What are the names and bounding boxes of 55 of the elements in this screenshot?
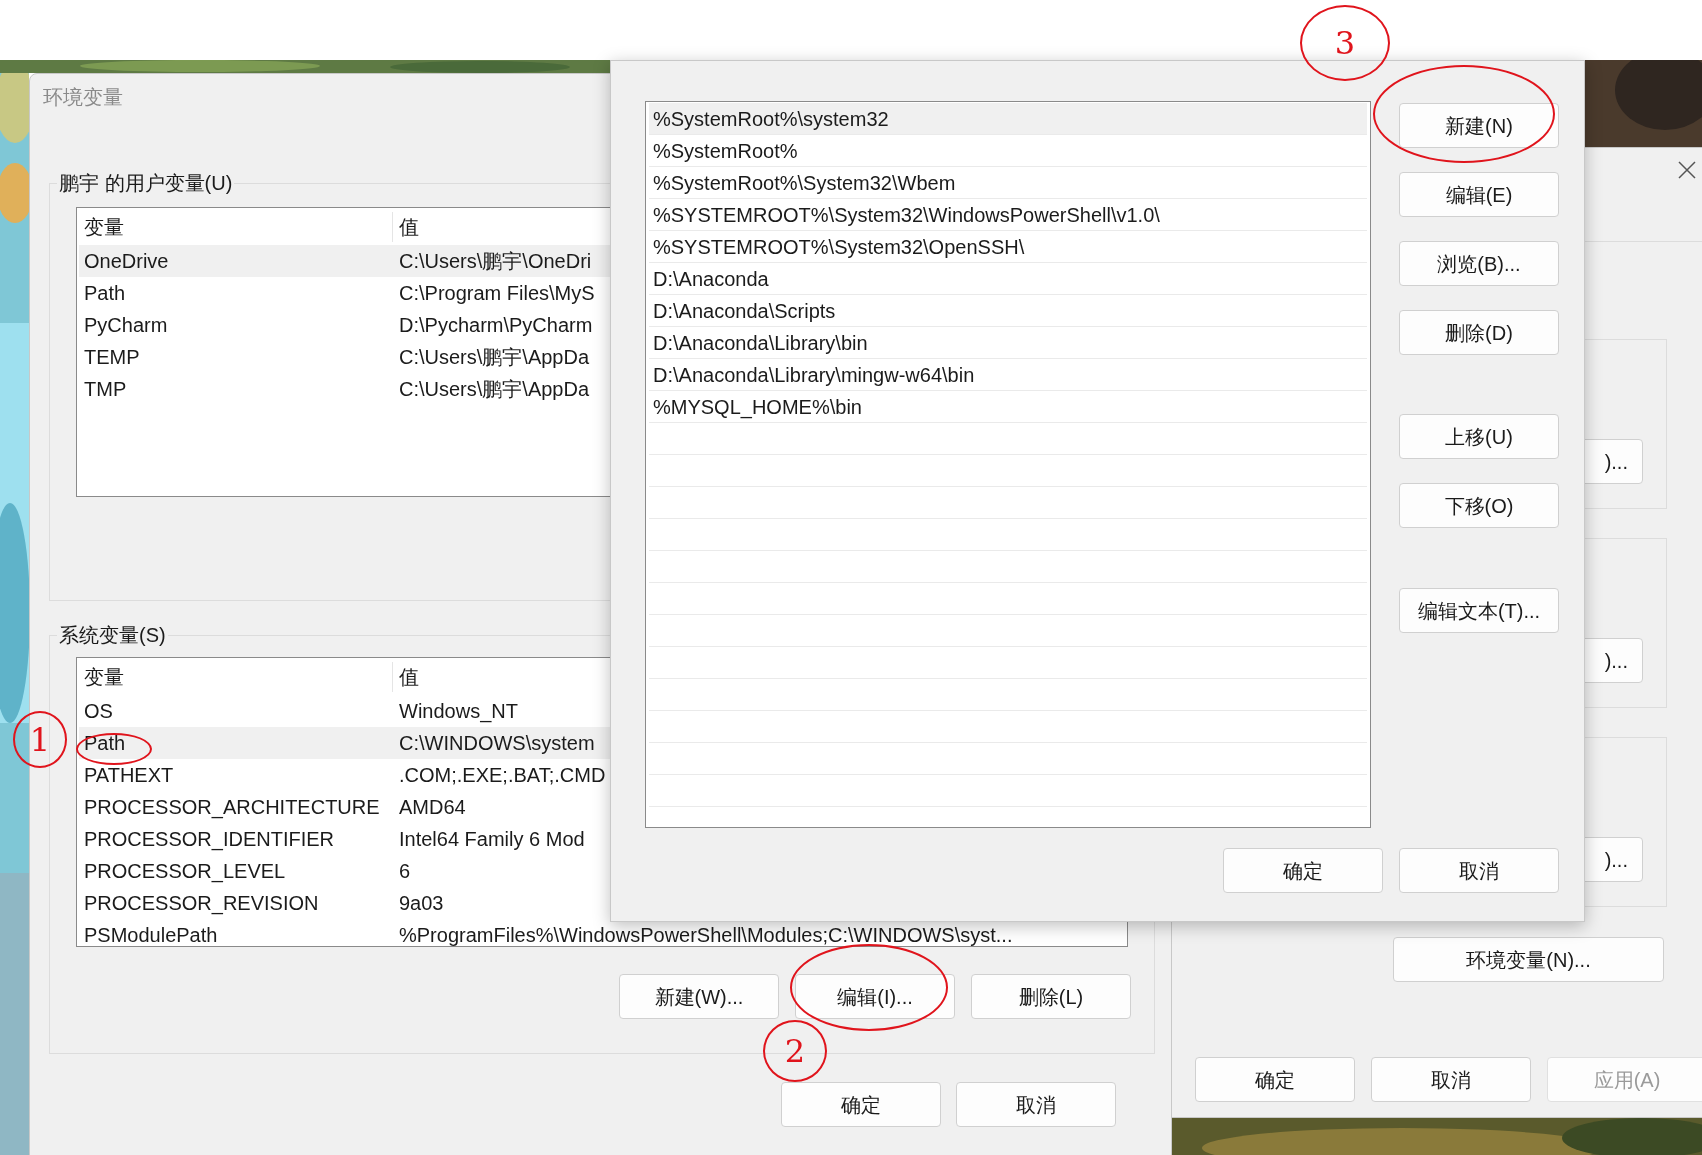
dialog-button[interactable]: 取消 [1399,848,1559,893]
table-cell: OneDrive [84,250,169,272]
side-button[interactable]: 新建(N) [1399,103,1559,148]
table-cell-text: C:\Users\鹏宇\AppDa [398,345,590,370]
table-cell-text: Intel64 Family 6 Mod [398,827,585,852]
group-label: 系统变量(S) [58,623,167,648]
side-button[interactable]: 删除(D) [1399,310,1559,355]
dialog-button[interactable]: 取消 [1371,1057,1531,1102]
table-action-button[interactable]: 新建(W)... [619,974,779,1019]
table-cell-text: D:\Pycharm\PyCharm [398,313,593,338]
table-cell-text: C:\Users\鹏宇\AppDa [398,377,590,402]
table-action-button[interactable]: 删除(L) [971,974,1131,1019]
dialog-button[interactable]: 取消 [956,1082,1116,1127]
table-cell-text: C:\Program Files\MyS [398,281,595,306]
group-label: 鹏宇 的用户变量(U) [58,171,234,196]
list-item[interactable]: %SystemRoot%\system32 [649,103,1367,135]
side-button[interactable]: 下移(O) [1399,483,1559,528]
side-button[interactable]: 浏览(B)... [1399,241,1559,286]
table-cell: OS [84,700,113,722]
side-button[interactable]: 编辑(E) [1399,172,1559,217]
dialog-button[interactable]: 确定 [781,1082,941,1127]
column-header[interactable]: 值 [393,211,419,242]
table-cell: PROCESSOR_IDENTIFIER [84,828,335,850]
table-cell: Path [84,282,126,304]
annotation-number: 2 [763,1020,827,1082]
window-title: 环境变量 [43,86,123,108]
annotation-number: 1 [13,711,67,768]
table-action-button[interactable]: 编辑(I)... [795,974,955,1019]
close-icon[interactable] [1677,160,1697,180]
table-cell: PSModulePath [84,924,218,946]
table-cell-text: 6 [398,859,411,884]
table-cell-text: 9a03 [398,891,444,916]
table-cell: PROCESSOR_LEVEL [84,860,286,882]
table-cell-text: AMD64 [398,795,466,820]
table-cell-text: Windows_NT [398,699,518,725]
environment-variables-button[interactable]: 环境变量(N)... [1393,937,1664,982]
table-cell: PATHEXT [84,764,174,786]
column-header[interactable]: 变量 [77,661,393,692]
table-cell-text: C:\WINDOWS\system [398,731,595,756]
table-cell: Path [84,732,126,754]
table-cell: PROCESSOR_ARCHITECTURE [84,796,380,818]
table-cell: TMP [84,378,127,400]
table-cell: PROCESSOR_REVISION [84,892,319,914]
table-cell: TEMP [84,346,140,368]
table-cell: PyCharm [84,314,168,336]
dialog-button[interactable]: 确定 [1223,848,1383,893]
table-cell-text: %ProgramFiles%\WindowsPowerShell\Modules;C:\WINDOWS\syst... [398,923,1013,946]
dialog-button[interactable]: 确定 [1195,1057,1355,1102]
column-header[interactable]: 值 [393,661,419,692]
column-header[interactable]: 变量 [77,211,393,242]
table-cell-text: .COM;.EXE;.BAT;.CMD [398,763,606,788]
table-cell-text: C:\Users\鹏宇\OneDri [398,249,592,274]
side-button[interactable]: 编辑文本(T)... [1399,588,1559,633]
annotation-number: 3 [1300,5,1390,81]
side-button[interactable]: 上移(U) [1399,414,1559,459]
